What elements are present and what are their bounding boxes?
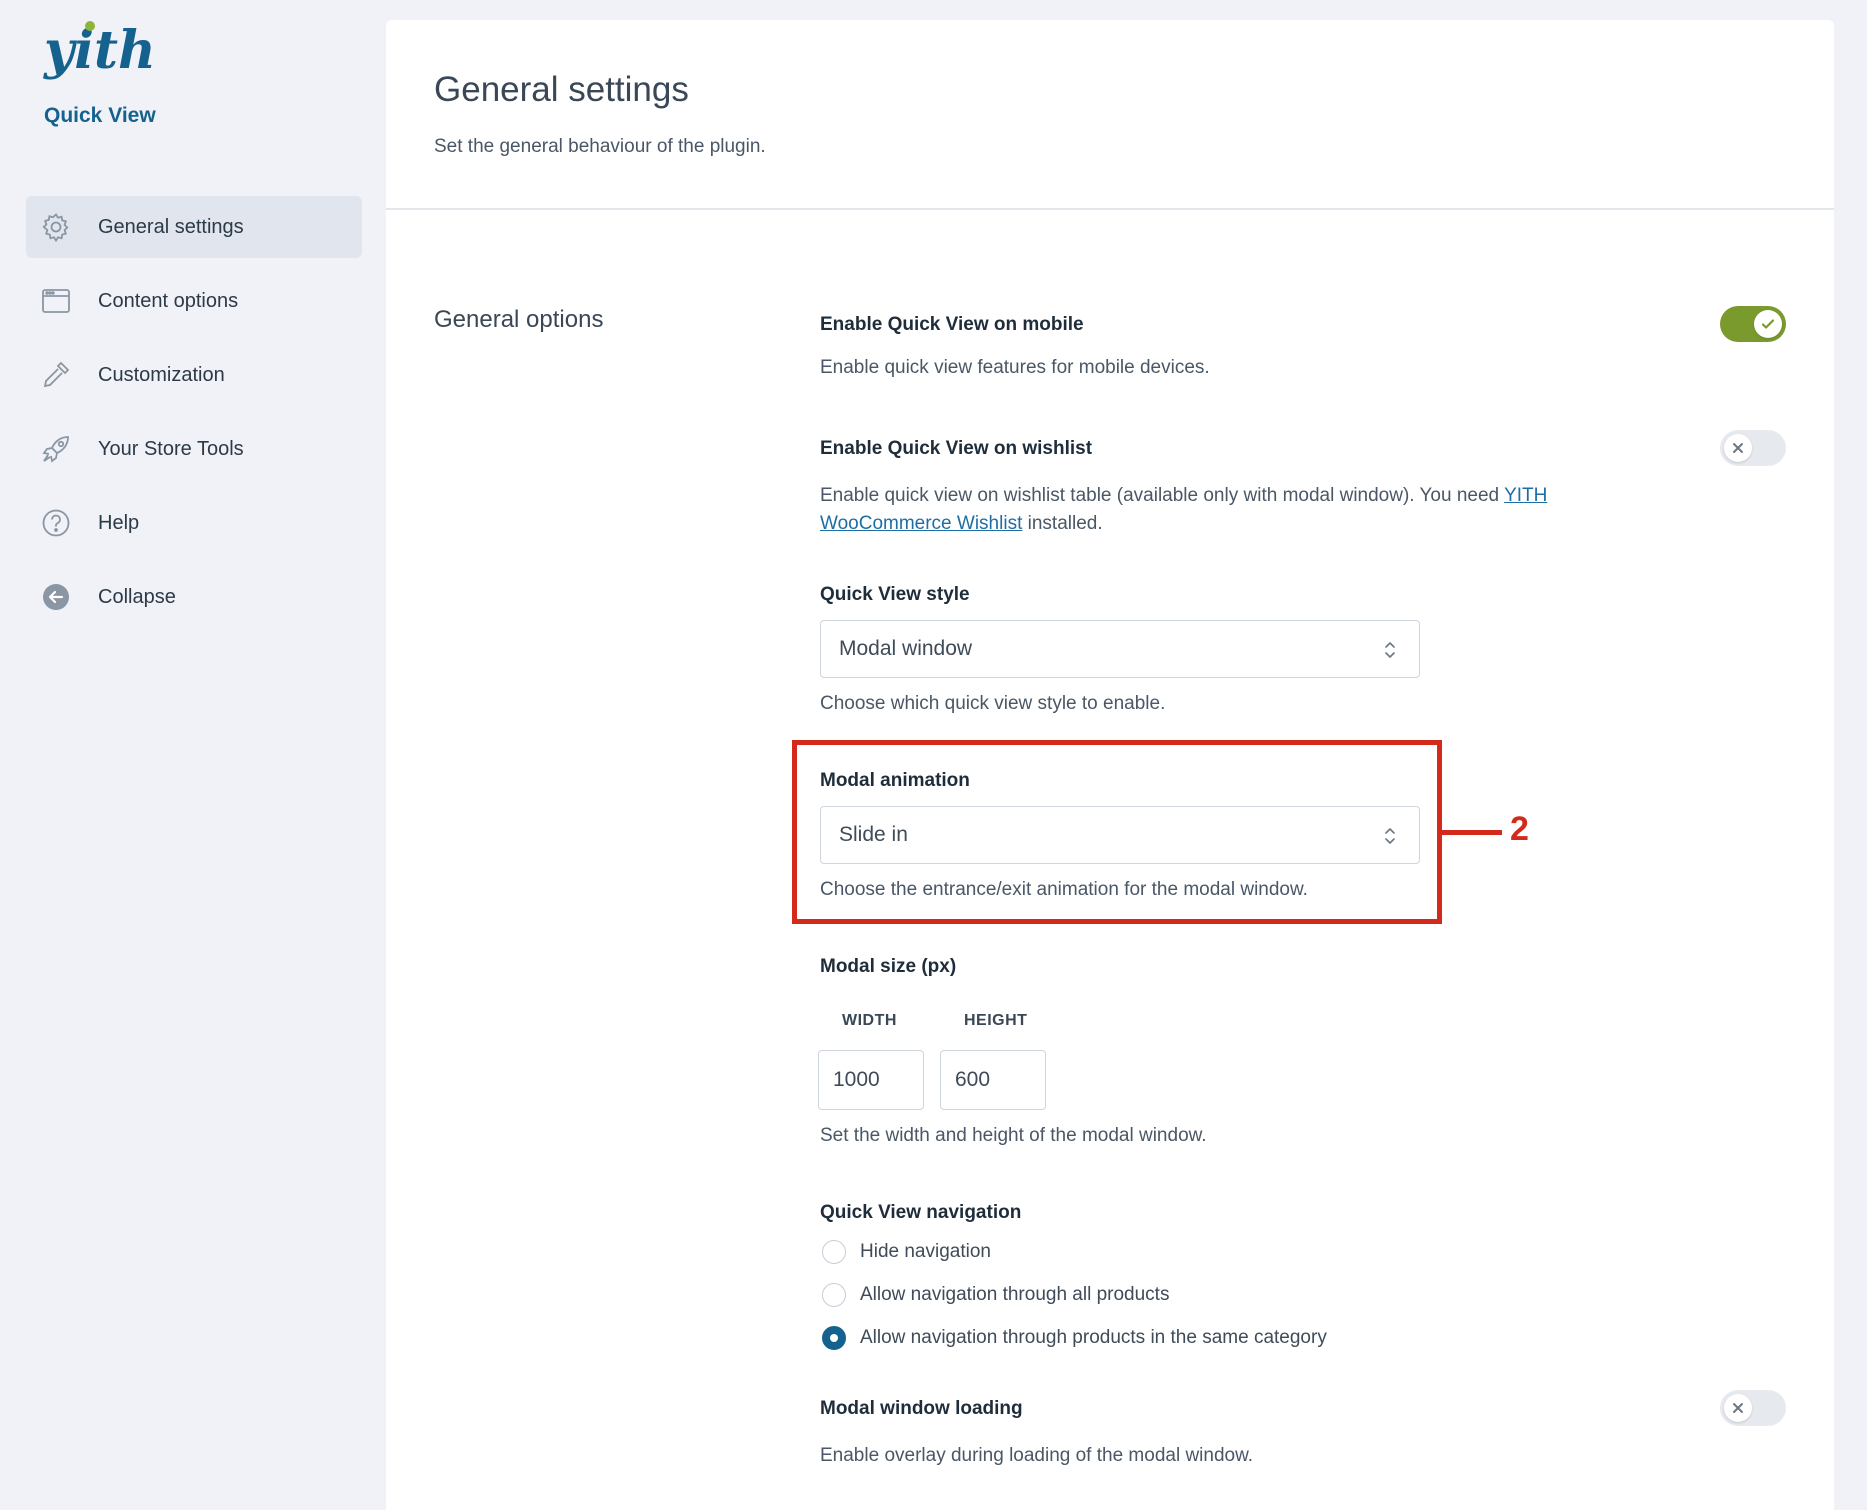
- eyedropper-icon: [40, 359, 72, 391]
- sidebar-item-label: Collapse: [98, 585, 176, 608]
- toggle-knob: [1724, 1394, 1752, 1422]
- sidebar: yith Quick View General settings Content…: [0, 0, 386, 1510]
- highlight-box: [792, 740, 1442, 924]
- wishlist-desc-before: Enable quick view on wishlist table (ava…: [820, 485, 1500, 506]
- loading-option-label: Modal window loading: [820, 1398, 1023, 1419]
- radio-label: Allow navigation through all products: [860, 1284, 1170, 1305]
- close-icon: [1733, 1403, 1743, 1413]
- logo-text: yith: [43, 20, 152, 81]
- callout-line: [1442, 830, 1502, 835]
- gear-icon: [40, 211, 72, 243]
- radio-all-products[interactable]: Allow navigation through all products: [822, 1283, 1169, 1307]
- yith-logo[interactable]: yith: [42, 18, 156, 94]
- mobile-option-description: Enable quick view features for mobile de…: [820, 357, 1210, 378]
- mobile-toggle[interactable]: [1720, 306, 1786, 342]
- sidebar-item-label: Content options: [98, 289, 239, 312]
- radio-label: Hide navigation: [860, 1241, 991, 1262]
- mobile-option-label: Enable Quick View on mobile: [820, 314, 1084, 335]
- sidebar-item-help[interactable]: Help: [26, 492, 362, 554]
- callout-number: 2: [1510, 810, 1529, 848]
- sidebar-item-collapse[interactable]: Collapse: [26, 566, 362, 628]
- sidebar-item-label: Your Store Tools: [98, 437, 244, 460]
- select-value: Modal window: [839, 637, 973, 660]
- size-option-description: Set the width and height of the modal wi…: [820, 1125, 1207, 1146]
- close-icon: [1733, 443, 1743, 453]
- size-option-label: Modal size (px): [820, 956, 957, 977]
- modal-height-input[interactable]: 600: [940, 1050, 1046, 1110]
- browser-window-icon: [40, 285, 72, 317]
- style-option-description: Choose which quick view style to enable.: [820, 693, 1166, 714]
- sidebar-item-content-options[interactable]: Content options: [26, 270, 362, 332]
- wishlist-desc-after: installed.: [1027, 513, 1103, 534]
- loading-toggle[interactable]: [1720, 1390, 1786, 1426]
- width-label: WIDTH: [842, 1012, 897, 1029]
- wishlist-option-description: Enable quick view on wishlist table (ava…: [820, 482, 1620, 538]
- page-title: General settings: [434, 70, 689, 109]
- plugin-name: Quick View: [44, 104, 156, 127]
- check-icon: [1761, 319, 1775, 329]
- settings-panel: General settings Set the general behavio…: [386, 20, 1834, 1510]
- section-title: General options: [434, 306, 604, 333]
- height-label: HEIGHT: [964, 1012, 1028, 1029]
- sidebar-nav: General settings Content options Customi…: [26, 196, 362, 640]
- modal-width-input[interactable]: 1000: [818, 1050, 924, 1110]
- radio-hide-navigation[interactable]: Hide navigation: [822, 1240, 991, 1264]
- radio-button[interactable]: [822, 1283, 846, 1307]
- header-divider: [386, 208, 1834, 210]
- help-circle-icon: [40, 507, 72, 539]
- radio-label: Allow navigation through products in the…: [860, 1327, 1327, 1348]
- sidebar-item-label: General settings: [98, 215, 244, 238]
- radio-same-category[interactable]: Allow navigation through products in the…: [822, 1326, 1327, 1350]
- wishlist-toggle[interactable]: [1720, 430, 1786, 466]
- radio-button-checked[interactable]: [822, 1326, 846, 1350]
- page-subtitle: Set the general behaviour of the plugin.: [434, 136, 766, 157]
- loading-option-description: Enable overlay during loading of the mod…: [820, 1445, 1254, 1466]
- rocket-icon: [40, 433, 72, 465]
- toggle-knob: [1754, 310, 1782, 338]
- navigation-option-label: Quick View navigation: [820, 1202, 1022, 1223]
- sidebar-item-customization[interactable]: Customization: [26, 344, 362, 406]
- sidebar-item-your-store-tools[interactable]: Your Store Tools: [26, 418, 362, 480]
- sidebar-item-label: Customization: [98, 363, 225, 386]
- wishlist-option-label: Enable Quick View on wishlist: [820, 438, 1093, 459]
- select-arrows-icon: [1385, 642, 1395, 658]
- radio-button[interactable]: [822, 1240, 846, 1264]
- yith-logo-icon: yith: [43, 20, 156, 81]
- collapse-arrow-icon: [40, 581, 72, 613]
- quick-view-style-select[interactable]: Modal window: [820, 620, 1420, 678]
- sidebar-item-general-settings[interactable]: General settings: [26, 196, 362, 258]
- sidebar-item-label: Help: [98, 511, 140, 534]
- style-option-label: Quick View style: [820, 584, 970, 605]
- toggle-knob: [1724, 434, 1752, 462]
